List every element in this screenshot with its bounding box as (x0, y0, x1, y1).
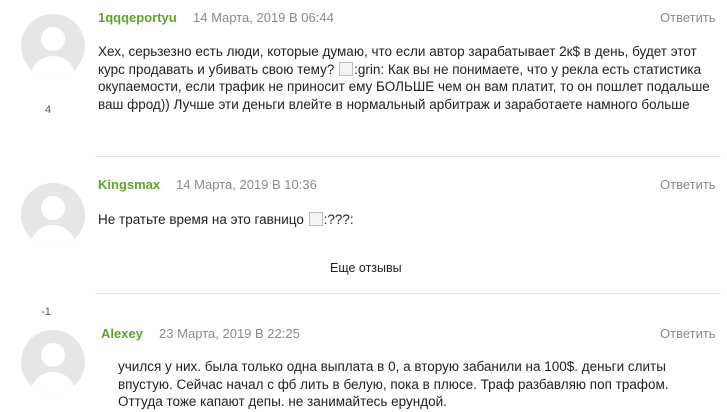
comment-text: Не тратьте время на это гавницо :???: (98, 211, 718, 229)
avatar (21, 14, 85, 78)
comment-author[interactable]: 1qqqeportyu (98, 10, 177, 25)
rating-score: 4 (44, 104, 52, 116)
reply-button[interactable]: Ответить (660, 10, 716, 25)
divider (95, 156, 721, 157)
avatar (21, 330, 85, 394)
broken-image-icon (339, 61, 354, 76)
comment-date: 14 Марта, 2019 В 06:44 (193, 10, 334, 25)
more-reviews-link[interactable]: Еще отзывы (330, 261, 402, 275)
reply-button[interactable]: Ответить (660, 177, 716, 192)
avatar-body-shape (30, 56, 76, 78)
comment-date: 23 Марта, 2019 В 22:25 (159, 326, 300, 341)
avatar-head-shape (41, 27, 65, 51)
comment-author[interactable]: Alexey (101, 326, 143, 341)
comment-date: 14 Марта, 2019 В 10:36 (176, 177, 317, 192)
reply-button[interactable]: Ответить (660, 326, 716, 341)
avatar-body-shape (30, 372, 76, 394)
avatar (21, 183, 85, 247)
comment-author[interactable]: Kingsmax (98, 177, 160, 192)
broken-image-icon (308, 212, 323, 226)
comment-text-part: Не тратьте время на это гавницо (98, 212, 308, 227)
avatar-head-shape (41, 196, 65, 220)
comment-text-part: :???: (323, 212, 354, 227)
avatar-body-shape (30, 225, 76, 247)
avatar-head-shape (41, 343, 65, 367)
divider (95, 293, 721, 294)
comment-text: Хех, серьзезно есть люди, которые думаю,… (98, 43, 718, 113)
comment-text: учился у них. была только одна выплата в… (118, 359, 669, 409)
rating-score: -1 (41, 306, 51, 318)
